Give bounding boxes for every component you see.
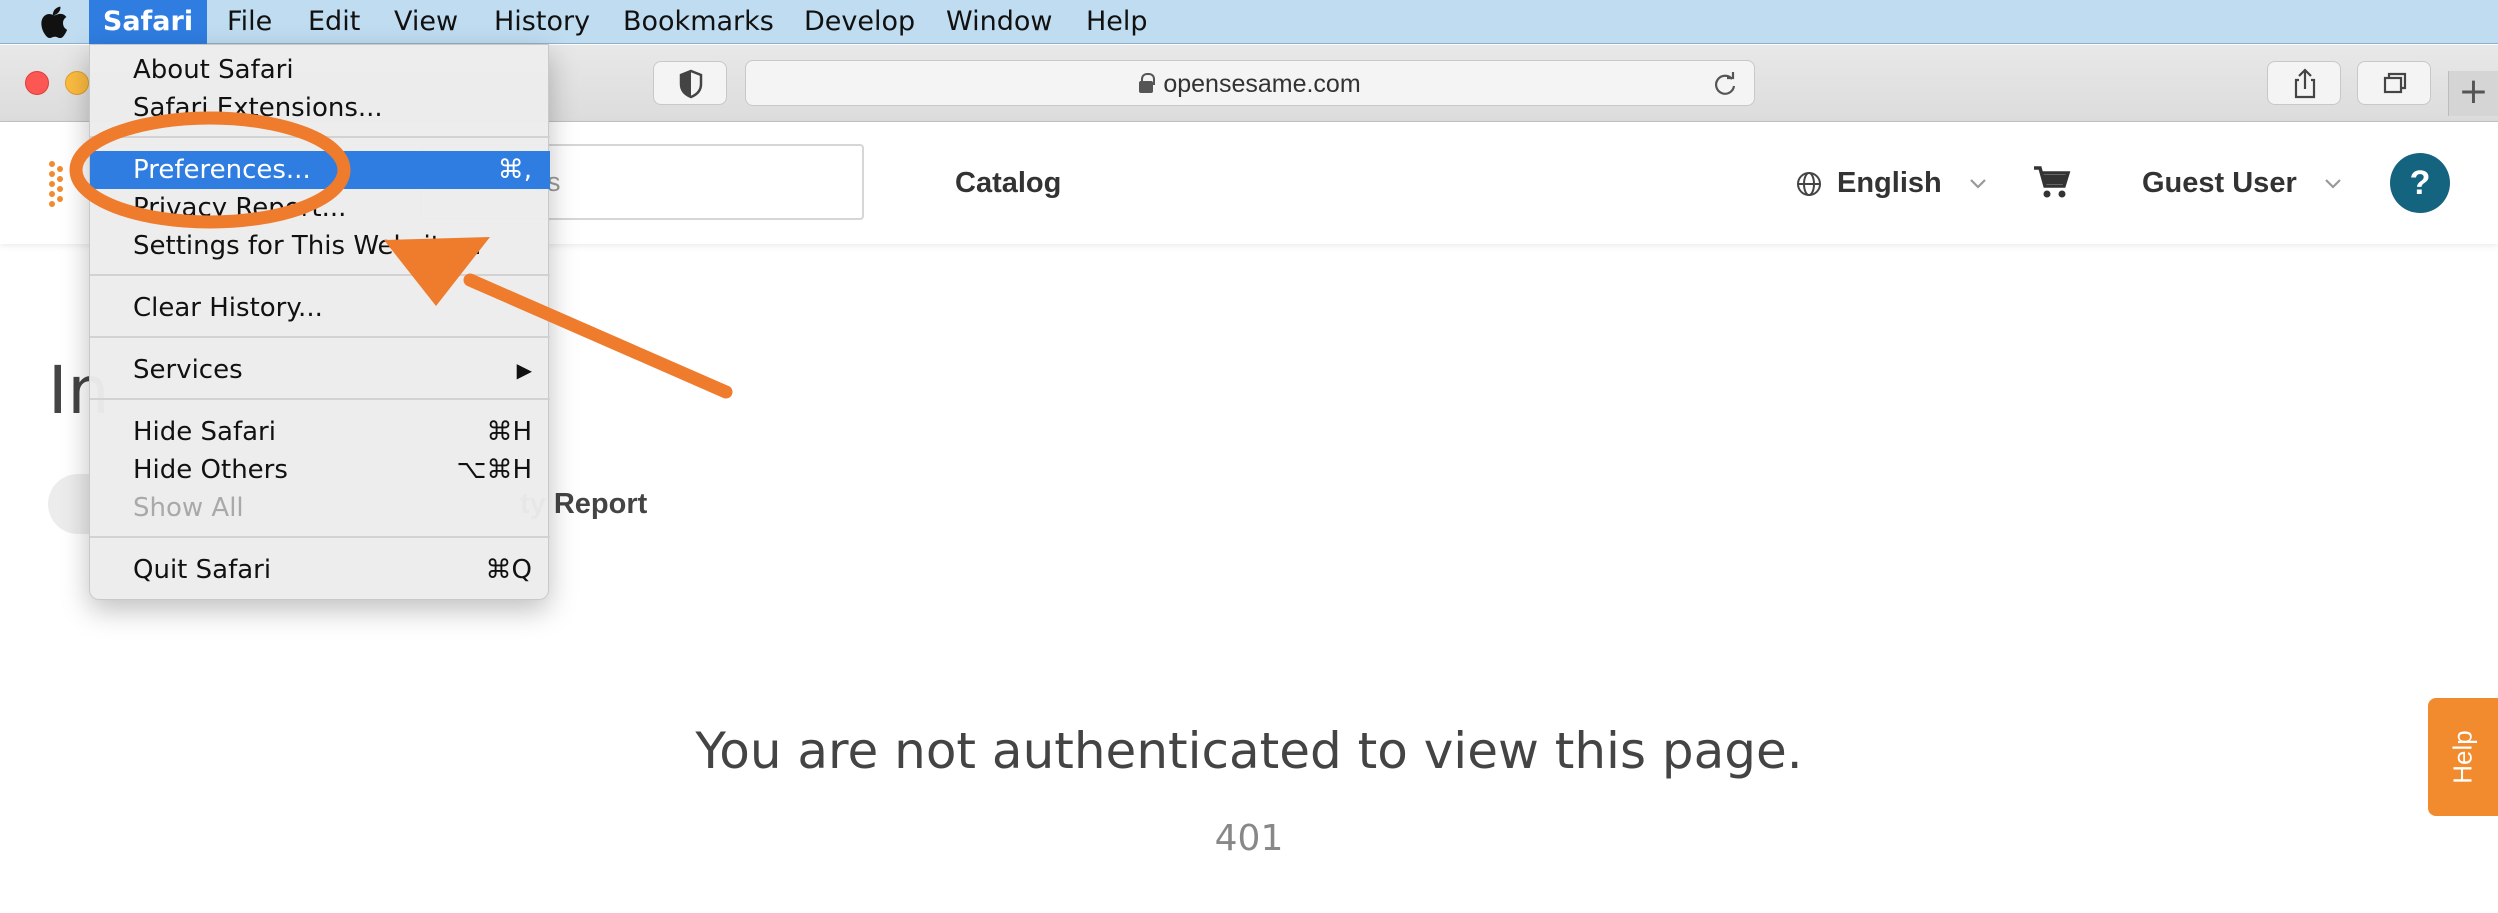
help-side-tab[interactable]: Help: [2428, 698, 2498, 816]
menu-view[interactable]: View: [394, 0, 458, 44]
menu-window[interactable]: Window: [946, 0, 1052, 44]
reload-icon[interactable]: [1712, 71, 1738, 97]
menu-item-services[interactable]: Services ▶: [90, 351, 550, 389]
language-label: English: [1837, 167, 1942, 199]
error-message: You are not authenticated to view this p…: [695, 722, 1803, 780]
chevron-down-icon: [1970, 179, 1986, 189]
menu-separator: [90, 536, 550, 538]
catalog-link[interactable]: Catalog: [955, 122, 1061, 244]
menu-edit[interactable]: Edit: [308, 0, 360, 44]
new-tab-button[interactable]: +: [2448, 71, 2498, 116]
menu-bookmarks[interactable]: Bookmarks: [623, 0, 774, 44]
menu-develop[interactable]: Develop: [804, 0, 915, 44]
menu-bar: Safari File Edit View History Bookmarks …: [0, 0, 2498, 44]
language-selector[interactable]: English: [1795, 122, 1988, 244]
address-bar[interactable]: opensesame.com: [745, 60, 1755, 106]
menu-item-clear-history[interactable]: Clear History...: [90, 289, 550, 327]
menu-item-show-all: Show All: [133, 493, 244, 523]
privacy-shield-button[interactable]: [653, 61, 727, 105]
submenu-arrow-icon: ▶: [516, 358, 532, 382]
share-button[interactable]: [2267, 61, 2341, 105]
globe-icon: [1797, 172, 1821, 197]
tab-overview-button[interactable]: [2357, 61, 2431, 105]
minimize-window-button[interactable]: [65, 71, 89, 95]
menu-item-quit-safari[interactable]: Quit Safari ⌘Q: [90, 551, 550, 589]
url-text: opensesame.com: [1163, 70, 1361, 98]
error-code: 401: [1214, 818, 1284, 859]
help-button[interactable]: ?: [2390, 153, 2450, 213]
share-icon: [2294, 68, 2316, 99]
lock-icon: [1139, 73, 1156, 93]
opensesame-logo[interactable]: [44, 156, 90, 212]
cart-icon[interactable]: [2032, 164, 2072, 200]
menu-file[interactable]: File: [227, 0, 272, 44]
shield-icon: [679, 69, 703, 99]
menu-separator: [90, 274, 550, 276]
menu-help[interactable]: Help: [1086, 0, 1148, 44]
menu-item-hide-others[interactable]: Hide Others ⌥⌘H: [90, 451, 550, 489]
menu-item-about-safari[interactable]: About Safari: [90, 51, 550, 89]
safari-menu-dropdown: About Safari Safari Extensions... Prefer…: [89, 44, 550, 600]
menu-history[interactable]: History: [494, 0, 590, 44]
menu-safari[interactable]: Safari: [89, 0, 207, 44]
menu-separator: [90, 336, 550, 338]
chevron-down-icon: [2325, 179, 2341, 189]
menu-separator: [90, 136, 550, 138]
user-menu[interactable]: Guest User: [2142, 122, 2343, 244]
menu-item-privacy-report[interactable]: Privacy Report...: [90, 189, 550, 227]
menu-item-safari-extensions[interactable]: Safari Extensions...: [90, 89, 550, 127]
menu-item-settings-for-website[interactable]: Settings for This Website...: [90, 227, 550, 265]
help-tab-label: Help: [2447, 730, 2478, 784]
close-window-button[interactable]: [25, 71, 49, 95]
user-name: Guest User: [2142, 167, 2297, 199]
menu-item-hide-safari[interactable]: Hide Safari ⌘H: [90, 413, 550, 451]
tabs-icon: [2383, 72, 2407, 94]
menu-separator: [90, 398, 550, 400]
apple-icon[interactable]: [38, 6, 68, 38]
menu-item-preferences[interactable]: Preferences... ⌘,: [90, 151, 550, 189]
